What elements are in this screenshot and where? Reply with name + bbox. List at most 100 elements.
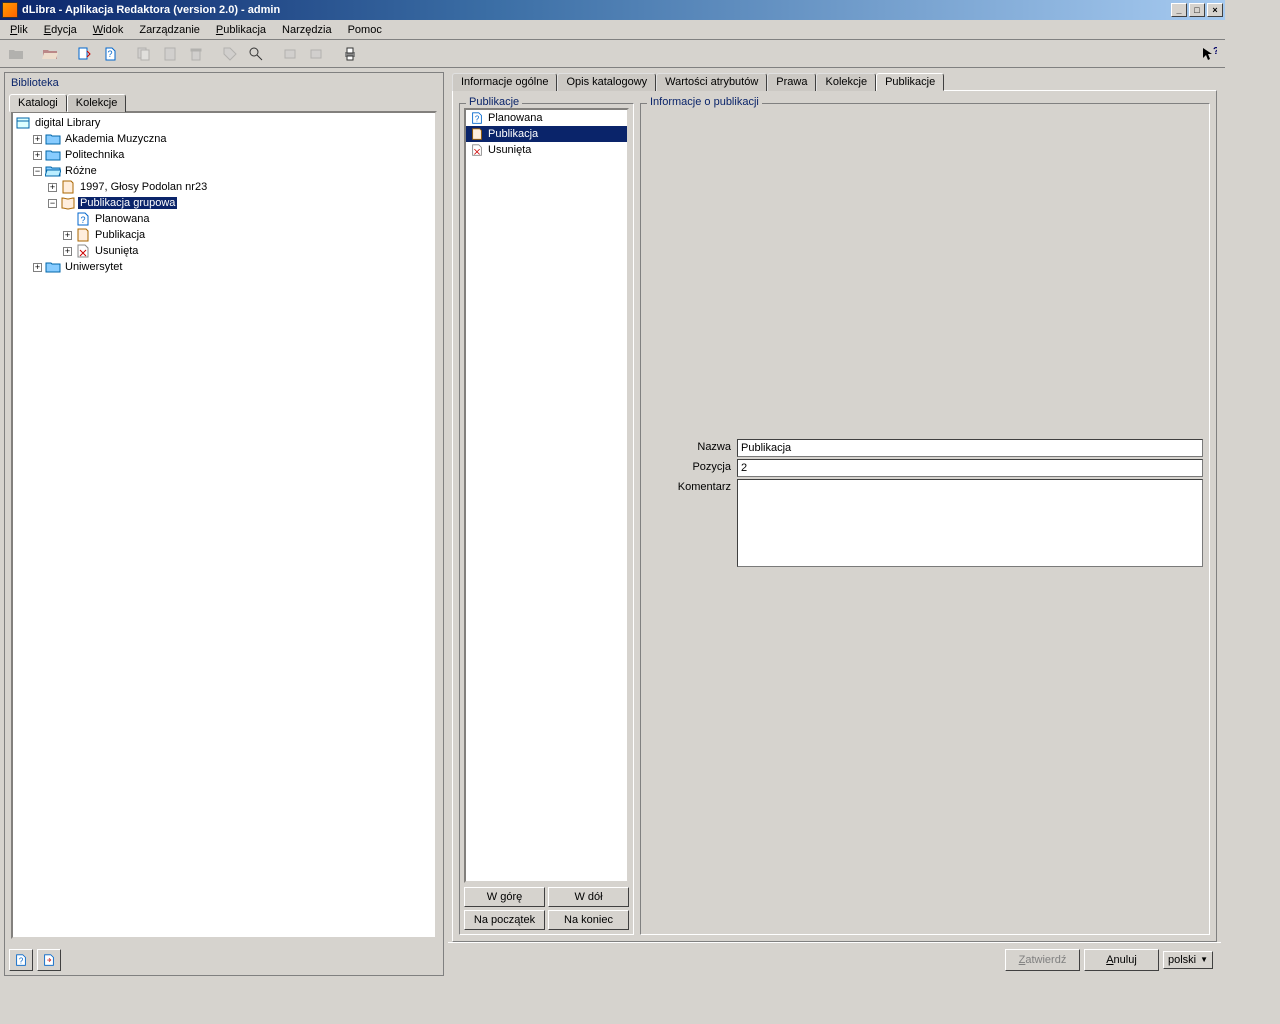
- tree-label[interactable]: Różne: [63, 165, 99, 177]
- comment-textarea[interactable]: [737, 479, 1203, 567]
- rtab-attributes[interactable]: Wartości atrybutów: [656, 73, 767, 91]
- goto-button[interactable]: [37, 949, 61, 971]
- folder-icon: [45, 259, 61, 275]
- tool-box2-icon[interactable]: [304, 43, 328, 65]
- move-down-button[interactable]: W dół: [548, 887, 629, 907]
- tree-node[interactable]: + Politechnika: [15, 147, 433, 163]
- expand-toggle[interactable]: +: [33, 263, 42, 272]
- list-item-publication[interactable]: Publikacja: [466, 126, 627, 142]
- confirm-button[interactable]: Zatwierdź: [1005, 949, 1080, 971]
- tool-paste-icon[interactable]: [158, 43, 182, 65]
- expand-toggle[interactable]: +: [63, 231, 72, 240]
- rtab-catalog-desc[interactable]: Opis katalogowy: [557, 73, 656, 91]
- comment-label: Komentarz: [647, 479, 737, 567]
- app-icon: [2, 2, 18, 18]
- tree-node[interactable]: + Akademia Muzyczna: [15, 131, 433, 147]
- tree-label[interactable]: Politechnika: [63, 149, 126, 161]
- tree-label-selected[interactable]: Publikacja grupowa: [78, 197, 177, 209]
- tool-help-pointer-icon[interactable]: ?: [1197, 43, 1221, 65]
- position-label: Pozycja: [647, 459, 737, 477]
- move-top-button[interactable]: Na początek: [464, 910, 545, 930]
- tool-copy-icon[interactable]: [132, 43, 156, 65]
- tree-label[interactable]: Planowana: [93, 213, 151, 225]
- position-input[interactable]: [737, 459, 1203, 477]
- maximize-button[interactable]: □: [1189, 3, 1205, 17]
- book-open-icon: [60, 195, 76, 211]
- library-pane: Biblioteka Katalogi Kolekcje digital Lib…: [4, 72, 444, 976]
- tree-node[interactable]: + Usunięta: [15, 243, 433, 259]
- svg-text:?: ?: [107, 49, 112, 59]
- list-item-label: Usunięta: [488, 144, 531, 156]
- tool-new-publication-icon[interactable]: [72, 43, 96, 65]
- properties-pane: Informacje ogólne Opis katalogowy Wartoś…: [448, 72, 1221, 976]
- tool-delete-icon[interactable]: [184, 43, 208, 65]
- tool-tag-icon[interactable]: [218, 43, 242, 65]
- window-title: dLibra - Aplikacja Redaktora (version 2.…: [22, 4, 1169, 16]
- tree-label[interactable]: 1997, Głosy Podolan nr23: [78, 181, 209, 193]
- rtab-publications[interactable]: Publikacje: [876, 73, 944, 91]
- expand-toggle[interactable]: +: [33, 135, 42, 144]
- menu-view[interactable]: Widok: [85, 22, 132, 38]
- expand-toggle[interactable]: +: [33, 151, 42, 160]
- list-item-label: Publikacja: [488, 128, 538, 140]
- cancel-button[interactable]: Anuluj: [1084, 949, 1159, 971]
- tree-label[interactable]: Publikacja: [93, 229, 147, 241]
- rtab-general[interactable]: Informacje ogólne: [452, 73, 557, 91]
- tool-open-icon[interactable]: [38, 43, 62, 65]
- library-icon: [15, 115, 31, 131]
- expand-toggle[interactable]: +: [48, 183, 57, 192]
- footer-bar: Zatwierdź Anuluj polski ▼: [448, 942, 1221, 976]
- tool-search-icon[interactable]: [244, 43, 268, 65]
- svg-text:?: ?: [80, 215, 85, 225]
- publications-listbox[interactable]: ? Planowana Publikacja Usunięta: [464, 108, 629, 883]
- deleted-icon: [75, 243, 91, 259]
- library-pane-title: Biblioteka: [5, 73, 443, 91]
- folder-icon: [45, 147, 61, 163]
- publications-column: ? Planowana Publikacja Usunięta: [459, 97, 634, 935]
- menu-edit[interactable]: Edycja: [36, 22, 85, 38]
- title-bar: dLibra - Aplikacja Redaktora (version 2.…: [0, 0, 1225, 20]
- rtab-collections[interactable]: Kolekcje: [816, 73, 876, 91]
- tree-label[interactable]: digital Library: [33, 117, 102, 129]
- expand-toggle[interactable]: +: [63, 247, 72, 256]
- tab-collections[interactable]: Kolekcje: [67, 94, 127, 112]
- list-item-deleted[interactable]: Usunięta: [466, 142, 627, 158]
- tool-print-icon[interactable]: [338, 43, 362, 65]
- menu-help[interactable]: Pomoc: [340, 22, 390, 38]
- tool-new-planned-icon[interactable]: ?: [98, 43, 122, 65]
- menu-bar: Plik Edycja Widok Zarządzanie Publikacja…: [0, 20, 1225, 40]
- catalog-tree[interactable]: digital Library + Akademia Muzyczna + Po…: [11, 111, 437, 939]
- svg-text:?: ?: [19, 957, 24, 966]
- tab-catalogs[interactable]: Katalogi: [9, 94, 67, 112]
- close-button[interactable]: ×: [1207, 3, 1223, 17]
- tree-node[interactable]: + Publikacja: [15, 227, 433, 243]
- publication-icon: [470, 127, 484, 141]
- menu-publication[interactable]: Publikacja: [208, 22, 274, 38]
- book-icon: [60, 179, 76, 195]
- tree-node[interactable]: + 1997, Głosy Podolan nr23: [15, 179, 433, 195]
- minimize-button[interactable]: _: [1171, 3, 1187, 17]
- move-bottom-button[interactable]: Na koniec: [548, 910, 629, 930]
- tree-node[interactable]: − Publikacja grupowa: [15, 195, 433, 211]
- menu-tools[interactable]: Narzędzia: [274, 22, 340, 38]
- tool-new-folder-icon[interactable]: [4, 43, 28, 65]
- tree-node[interactable]: + Uniwersytet: [15, 259, 433, 275]
- tree-node-root[interactable]: digital Library: [15, 115, 433, 131]
- list-item-planned[interactable]: ? Planowana: [466, 110, 627, 126]
- menu-file[interactable]: Plik: [2, 22, 36, 38]
- tree-label[interactable]: Uniwersytet: [63, 261, 124, 273]
- menu-manage[interactable]: Zarządzanie: [131, 22, 208, 38]
- tree-node[interactable]: − Różne: [15, 163, 433, 179]
- tree-node[interactable]: ? Planowana: [15, 211, 433, 227]
- rtab-rights[interactable]: Prawa: [767, 73, 816, 91]
- planned-icon: ?: [470, 111, 484, 125]
- help-button[interactable]: ?: [9, 949, 33, 971]
- collapse-toggle[interactable]: −: [33, 167, 42, 176]
- language-combo[interactable]: polski ▼: [1163, 951, 1213, 969]
- name-input[interactable]: [737, 439, 1203, 457]
- tree-label[interactable]: Akademia Muzyczna: [63, 133, 169, 145]
- move-up-button[interactable]: W górę: [464, 887, 545, 907]
- tool-box1-icon[interactable]: [278, 43, 302, 65]
- collapse-toggle[interactable]: −: [48, 199, 57, 208]
- tree-label[interactable]: Usunięta: [93, 245, 140, 257]
